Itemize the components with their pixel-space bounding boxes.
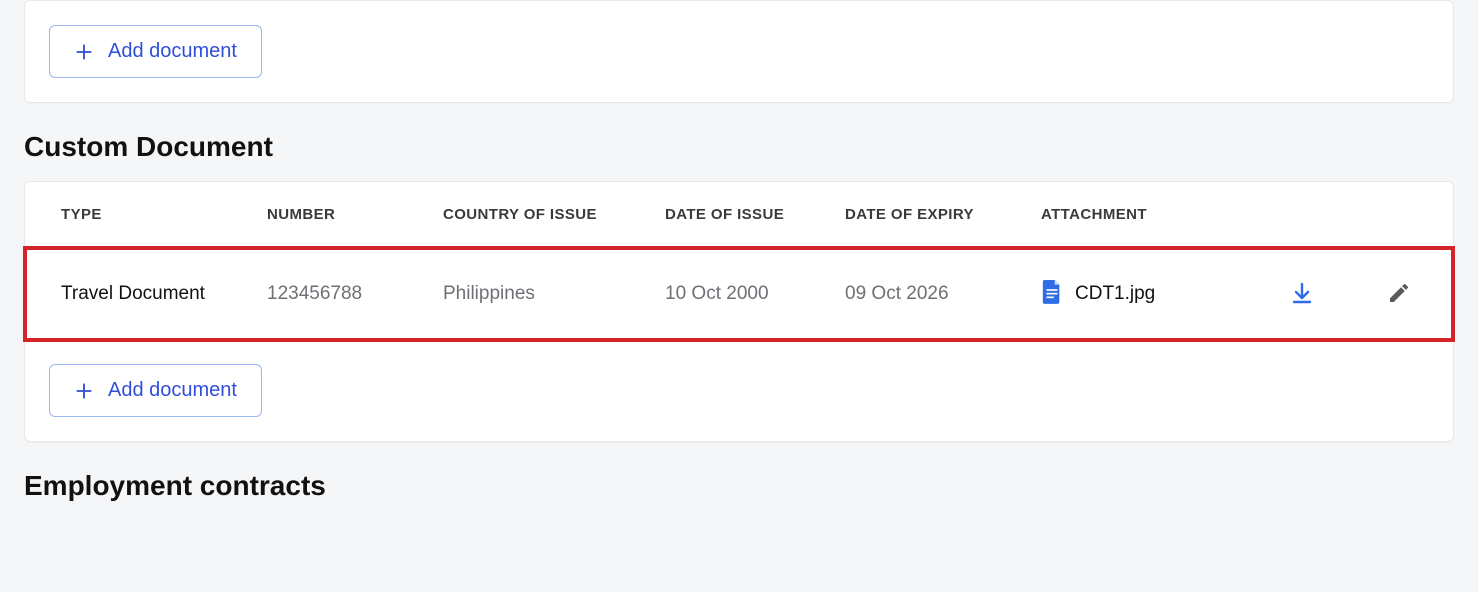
- add-document-button[interactable]: Add document: [49, 364, 262, 417]
- employment-contracts-heading: Employment contracts: [24, 470, 1454, 502]
- cell-date-of-expiry: 09 Oct 2026: [833, 248, 1029, 341]
- cell-date-of-issue: 10 Oct 2000: [653, 248, 833, 341]
- plus-icon: [74, 381, 94, 401]
- plus-icon: [74, 42, 94, 62]
- add-document-label: Add document: [108, 379, 237, 402]
- custom-document-heading: Custom Document: [24, 131, 1454, 163]
- custom-document-card: TYPE NUMBER COUNTRY OF ISSUE DATE OF ISS…: [24, 181, 1454, 442]
- col-header-type: TYPE: [25, 182, 255, 248]
- pencil-icon: [1387, 281, 1411, 308]
- add-document-label: Add document: [108, 40, 237, 63]
- col-header-number: NUMBER: [255, 182, 431, 248]
- cell-number: 123456788: [255, 248, 431, 341]
- col-header-date-of-expiry: DATE OF EXPIRY: [833, 182, 1029, 248]
- cell-type: Travel Document: [25, 248, 255, 341]
- table-header-row: TYPE NUMBER COUNTRY OF ISSUE DATE OF ISS…: [25, 182, 1453, 248]
- attachment-filename: CDT1.jpg: [1075, 283, 1155, 305]
- attachment-link[interactable]: CDT1.jpg: [1041, 278, 1247, 310]
- download-icon: [1290, 281, 1314, 308]
- download-button[interactable]: [1284, 276, 1320, 312]
- col-header-attachment: ATTACHMENT: [1029, 182, 1259, 248]
- edit-button[interactable]: [1381, 276, 1417, 312]
- col-header-country: COUNTRY OF ISSUE: [431, 182, 653, 248]
- custom-document-table: TYPE NUMBER COUNTRY OF ISSUE DATE OF ISS…: [25, 182, 1453, 340]
- table-row[interactable]: Travel Document 123456788 Philippines 10…: [25, 248, 1453, 341]
- cell-attachment: CDT1.jpg: [1029, 248, 1259, 341]
- prev-section-card: Add document: [24, 0, 1454, 103]
- cell-country: Philippines: [431, 248, 653, 341]
- col-header-date-of-issue: DATE OF ISSUE: [653, 182, 833, 248]
- file-icon: [1041, 278, 1063, 310]
- cell-actions: [1259, 248, 1453, 341]
- col-header-actions: [1259, 182, 1453, 248]
- add-document-button[interactable]: Add document: [49, 25, 262, 78]
